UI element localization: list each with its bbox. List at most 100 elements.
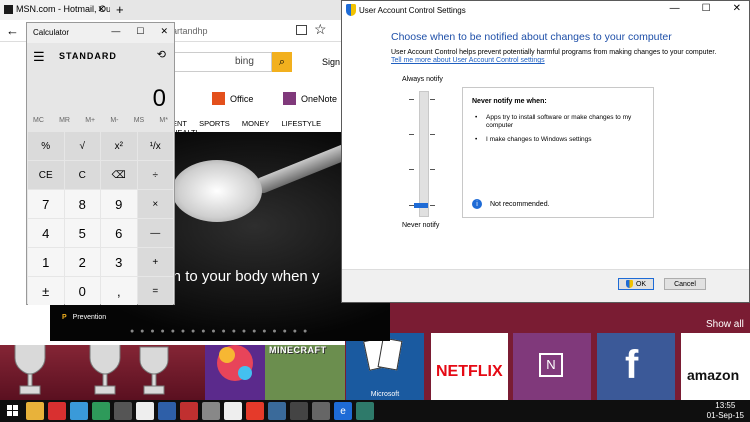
nav-sports[interactable]: SPORTS — [199, 119, 230, 128]
minimize-icon[interactable]: — — [670, 3, 680, 14]
msn-search-input[interactable]: bing — [172, 52, 272, 72]
app-icon[interactable] — [114, 402, 132, 420]
digit-9-button[interactable]: 9 — [101, 190, 137, 218]
search-icon[interactable]: ⌕ — [272, 52, 292, 72]
browser-tab[interactable]: MSN.com - Hotmail, Ou ✕ — [0, 0, 110, 20]
slider-thumb[interactable] — [414, 203, 428, 208]
explorer-icon[interactable] — [26, 402, 44, 420]
backspace-button[interactable]: ⌫ — [101, 161, 137, 189]
netflix-label: NETFLIX — [436, 363, 503, 380]
always-notify-label: Always notify — [402, 76, 443, 83]
tile-solitaire[interactable]: Microsoft — [346, 333, 424, 400]
negate-button[interactable]: ± — [28, 277, 64, 305]
solitaire-label: Microsoft — [370, 391, 400, 398]
digit-2-button[interactable]: 2 — [64, 248, 100, 276]
uac-titlebar: User Account Control Settings — ☐ ✕ — [342, 1, 749, 19]
windows-icon[interactable] — [4, 402, 22, 420]
maximize-icon[interactable]: ☐ — [136, 26, 144, 36]
address-url[interactable]: artandhp — [172, 26, 208, 36]
info-bullet: I make changes to Windows settings — [475, 136, 645, 144]
tile-facebook[interactable]: f — [597, 333, 675, 400]
history-icon[interactable]: ⟲ — [157, 48, 166, 61]
calc-title: Calculator — [33, 28, 70, 37]
app-icon[interactable] — [158, 402, 176, 420]
digit-0-button[interactable]: 0 — [64, 277, 100, 305]
mem-clear-button[interactable]: MC — [33, 117, 44, 131]
clock[interactable]: 13:55 01-Sep-15 — [707, 401, 744, 421]
uac-icon[interactable] — [356, 402, 374, 420]
minecraft-label: MINECRAFT — [269, 345, 327, 355]
slider-tick — [409, 99, 414, 100]
edge-icon[interactable]: e — [334, 402, 352, 420]
close-tab-icon[interactable]: ✕ — [97, 4, 105, 15]
clear-entry-button[interactable]: CE — [28, 161, 64, 189]
digit-4-button[interactable]: 4 — [28, 219, 64, 247]
digit-1-button[interactable]: 1 — [28, 248, 64, 276]
uac-slider[interactable] — [419, 91, 429, 217]
app-icon[interactable] — [224, 402, 242, 420]
subtract-button[interactable]: — — [137, 219, 173, 247]
store-icon[interactable] — [290, 402, 308, 420]
app-icon[interactable] — [48, 402, 66, 420]
tab-title: MSN.com - Hotmail, Ou — [16, 4, 110, 14]
app-icon[interactable] — [180, 402, 198, 420]
divide-button[interactable]: ÷ — [137, 161, 173, 189]
app-icon[interactable] — [202, 402, 220, 420]
reading-view-icon[interactable] — [296, 25, 307, 35]
office-icon — [212, 92, 225, 105]
digit-7-button[interactable]: 7 — [28, 190, 64, 218]
clear-button[interactable]: C — [64, 161, 100, 189]
mem-list-button[interactable]: M* — [159, 117, 168, 131]
menu-icon[interactable]: ☰ — [33, 49, 45, 65]
digit-6-button[interactable]: 6 — [101, 219, 137, 247]
memory-row: MC MR M+ M- MS M* — [27, 117, 174, 131]
minimize-icon[interactable]: — — [111, 26, 120, 36]
uac-help-link[interactable]: Tell me more about User Account Control … — [391, 57, 545, 64]
mem-sub-button[interactable]: M- — [110, 117, 118, 131]
office-link[interactable]: Office — [212, 92, 253, 105]
close-icon[interactable]: ✕ — [160, 26, 168, 36]
digit-3-button[interactable]: 3 — [101, 248, 137, 276]
app-icon[interactable] — [70, 402, 88, 420]
mem-add-button[interactable]: M+ — [85, 117, 95, 131]
bing-logo: bing — [235, 56, 254, 67]
close-icon[interactable]: ✕ — [733, 3, 741, 14]
nav-lifestyle[interactable]: LIFESTYLE — [282, 119, 322, 128]
calc-display: 0 — [152, 85, 166, 112]
tile-amazon[interactable]: amazon — [681, 333, 750, 400]
onenote-link[interactable]: OneNote — [283, 92, 337, 105]
taskbar: e 13:55 01-Sep-15 — [0, 400, 750, 422]
favorites-star-icon[interactable]: ☆ — [314, 21, 327, 38]
reciprocal-button[interactable]: ¹/x — [137, 132, 173, 160]
add-button[interactable]: + — [137, 248, 173, 276]
decimal-button[interactable]: , — [101, 277, 137, 305]
app-icon[interactable] — [92, 402, 110, 420]
tile-netflix[interactable]: NETFLIX — [431, 333, 508, 400]
never-notify-label: Never notify — [402, 222, 440, 229]
app-icon[interactable] — [268, 402, 286, 420]
digit-5-button[interactable]: 5 — [64, 219, 100, 247]
app-icon[interactable] — [246, 402, 264, 420]
ok-button[interactable]: OK — [618, 278, 654, 290]
equals-button[interactable]: = — [137, 277, 173, 305]
nav-money[interactable]: MONEY — [242, 119, 270, 128]
mem-store-button[interactable]: MS — [134, 117, 145, 131]
carousel-dots[interactable]: ● ● ● ● ● ● ● ● ● ● ● ● ● ● ● ● ● ● — [130, 328, 309, 335]
uac-window-title: User Account Control Settings — [359, 6, 466, 15]
mem-recall-button[interactable]: MR — [59, 117, 70, 131]
digit-8-button[interactable]: 8 — [64, 190, 100, 218]
cancel-button[interactable]: Cancel — [664, 278, 706, 290]
onenote-icon — [283, 92, 296, 105]
office-label: Office — [230, 93, 254, 104]
new-tab-icon[interactable]: + — [116, 2, 124, 17]
app-icon[interactable] — [136, 402, 154, 420]
percent-button[interactable]: % — [28, 132, 64, 160]
sqrt-button[interactable]: √ — [64, 132, 100, 160]
back-arrow-icon[interactable]: ← — [6, 23, 19, 38]
show-all-link[interactable]: Show all — [706, 319, 744, 330]
calculator-icon[interactable] — [312, 402, 330, 420]
multiply-button[interactable]: × — [137, 190, 173, 218]
square-button[interactable]: x² — [101, 132, 137, 160]
tile-onenote[interactable]: N — [513, 333, 591, 400]
maximize-icon[interactable]: ☐ — [702, 3, 711, 14]
